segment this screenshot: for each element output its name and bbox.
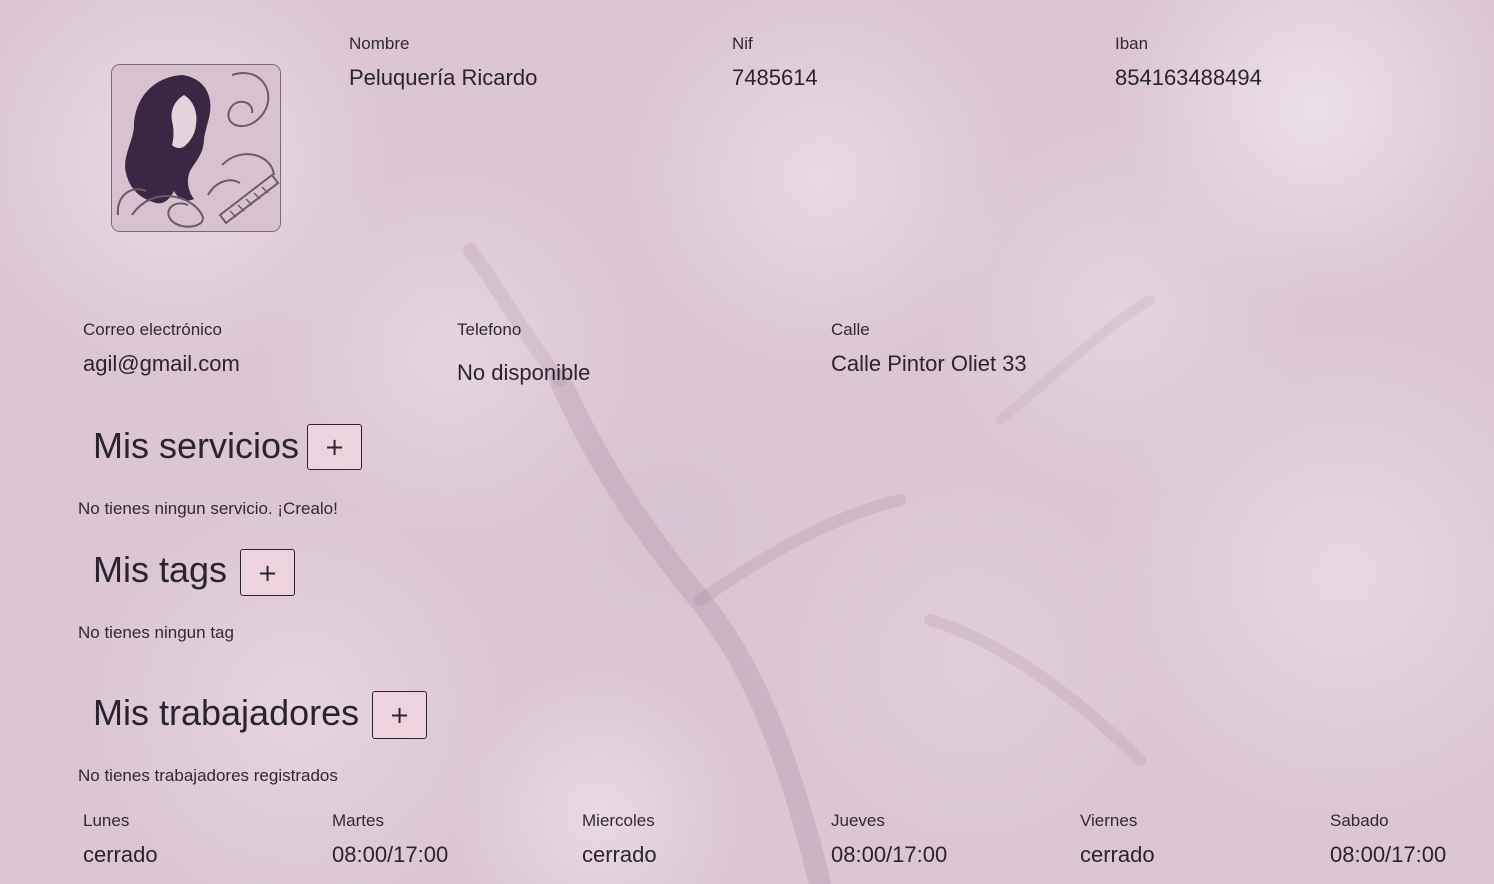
schedule-day-label: Miercoles — [582, 811, 655, 830]
phone-label: Telefono — [457, 320, 522, 339]
workers-empty-message: No tienes trabajadores registrados — [78, 766, 338, 785]
nif-value: 7485614 — [732, 65, 818, 90]
services-empty-message: No tienes ningun servicio. ¡Crealo! — [78, 499, 338, 518]
workers-title: Mis trabajadores — [93, 692, 360, 733]
tags-empty-message: No tienes ningun tag — [78, 623, 234, 642]
schedule-day: Martes 08:00/17:00 — [332, 811, 448, 868]
schedule-day: Miercoles cerrado — [582, 811, 657, 868]
email-field: Correo electrónico agil@gmail.com — [83, 320, 240, 377]
schedule-day-hours: 08:00/17:00 — [1330, 842, 1447, 867]
tags-title: Mis tags — [93, 549, 228, 590]
iban-label: Iban — [1115, 34, 1149, 53]
add-service-button[interactable]: + — [307, 424, 362, 470]
name-value: Peluquería Ricardo — [349, 65, 538, 90]
schedule-day: Viernes cerrado — [1080, 811, 1155, 868]
schedule-day-label: Martes — [332, 811, 384, 830]
schedule-day-label: Lunes — [83, 811, 130, 830]
add-tag-button[interactable]: + — [240, 549, 295, 596]
name-field: Nombre Peluquería Ricardo — [349, 34, 537, 91]
schedule-day-label: Jueves — [831, 811, 885, 830]
schedule-day: Lunes cerrado — [83, 811, 158, 868]
schedule-day: Sabado 08:00/17:00 — [1330, 811, 1446, 868]
iban-value: 854163488494 — [1115, 65, 1262, 90]
schedule-day-label: Viernes — [1080, 811, 1138, 830]
street-field: Calle Calle Pintor Oliet 33 — [831, 320, 1027, 377]
schedule-day-hours: 08:00/17:00 — [831, 842, 948, 867]
phone-field: Telefono No disponible — [457, 320, 590, 386]
street-label: Calle — [831, 320, 870, 339]
email-value: agil@gmail.com — [83, 351, 240, 376]
schedule-day-hours: cerrado — [582, 842, 657, 867]
schedule-day-hours: 08:00/17:00 — [332, 842, 449, 867]
schedule-day-label: Sabado — [1330, 811, 1389, 830]
email-label: Correo electrónico — [83, 320, 222, 339]
business-logo — [111, 64, 281, 232]
iban-field: Iban 854163488494 — [1115, 34, 1262, 91]
nif-field: Nif 7485614 — [732, 34, 818, 91]
schedule-day-hours: cerrado — [1080, 842, 1155, 867]
add-worker-button[interactable]: + — [372, 691, 427, 739]
street-value: Calle Pintor Oliet 33 — [831, 351, 1027, 376]
business-profile: Nombre Peluquería Ricardo Nif 7485614 Ib… — [0, 0, 1494, 884]
services-title: Mis servicios — [93, 425, 300, 466]
nif-label: Nif — [732, 34, 753, 53]
schedule-day: Jueves 08:00/17:00 — [831, 811, 947, 868]
schedule-day-hours: cerrado — [83, 842, 158, 867]
name-label: Nombre — [349, 34, 410, 53]
salon-woman-logo-icon — [112, 65, 280, 231]
phone-value: No disponible — [457, 360, 591, 385]
